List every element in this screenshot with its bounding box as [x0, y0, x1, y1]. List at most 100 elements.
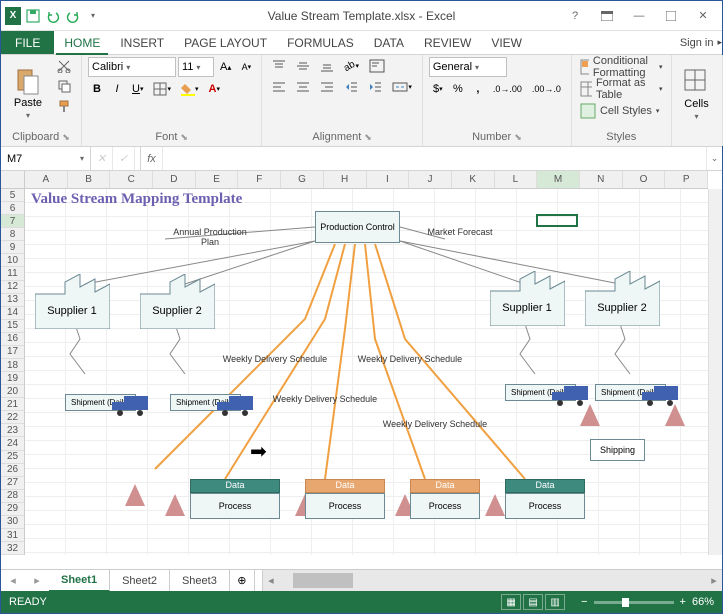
- close-button[interactable]: ✕: [690, 6, 716, 26]
- process-box-3[interactable]: Process: [410, 493, 480, 519]
- column-headers[interactable]: ABCDEFGHIJKLMNOP: [25, 171, 708, 189]
- comma-format-button[interactable]: ,: [469, 80, 487, 98]
- tab-file[interactable]: FILE: [1, 31, 54, 54]
- border-button[interactable]: ▾: [149, 80, 175, 98]
- cut-button[interactable]: [53, 57, 75, 75]
- wrap-text-button[interactable]: [365, 57, 389, 75]
- font-color-button[interactable]: A▾: [205, 80, 224, 98]
- align-center-button[interactable]: [292, 78, 314, 96]
- expand-formula-bar-icon[interactable]: ⌄: [706, 147, 722, 170]
- tab-view[interactable]: VIEW: [481, 31, 532, 54]
- titlebar: X ▾ Value Stream Template.xlsx - Excel ?…: [1, 1, 722, 31]
- alignment-launcher-icon[interactable]: ⬊: [364, 132, 372, 143]
- sign-in-link[interactable]: Sign in▸: [680, 31, 722, 54]
- page-break-view-button[interactable]: ▥: [545, 594, 565, 610]
- row-headers[interactable]: 5678910111213141516171819202122232425262…: [1, 189, 25, 555]
- vertical-scrollbar[interactable]: [708, 189, 722, 555]
- undo-icon[interactable]: [45, 8, 61, 24]
- zoom-slider[interactable]: [594, 601, 674, 604]
- italic-button[interactable]: I: [108, 80, 126, 98]
- sheet-tab-1[interactable]: Sheet1: [49, 570, 110, 592]
- worksheet-area[interactable]: ABCDEFGHIJKLMNOP 56789101112131415161718…: [1, 171, 722, 569]
- tab-data[interactable]: DATA: [364, 31, 414, 54]
- grid-canvas[interactable]: Value Stream Mapping Template: [25, 189, 708, 555]
- redo-icon[interactable]: [65, 8, 81, 24]
- cell-styles-button[interactable]: Cell Styles▾: [578, 101, 665, 121]
- process-box-4[interactable]: Process: [505, 493, 585, 519]
- align-bottom-button[interactable]: [316, 57, 338, 75]
- copy-button[interactable]: [53, 77, 75, 95]
- ribbon-tabs: FILE HOME INSERT PAGE LAYOUT FORMULAS DA…: [1, 31, 722, 55]
- decrease-decimal-button[interactable]: .00→.0: [528, 80, 565, 98]
- font-family-combo[interactable]: Calibri▾: [88, 57, 176, 77]
- number-launcher-icon[interactable]: ⬊: [514, 132, 522, 143]
- tab-nav-prev[interactable]: ◂: [1, 570, 25, 591]
- align-top-button[interactable]: [268, 57, 290, 75]
- supplier-1-right[interactable]: Supplier 1: [490, 271, 565, 326]
- align-right-button[interactable]: [316, 78, 338, 96]
- supplier-2-right[interactable]: Supplier 2: [585, 271, 660, 326]
- tab-review[interactable]: REVIEW: [414, 31, 481, 54]
- number-group-label: Number: [472, 131, 511, 143]
- decrease-font-button[interactable]: A▾: [237, 58, 255, 76]
- paste-button[interactable]: Paste ▾: [7, 57, 49, 130]
- name-box-value: M7: [7, 153, 22, 165]
- tab-nav-next[interactable]: ▸: [25, 570, 49, 591]
- increase-indent-button[interactable]: [364, 78, 386, 96]
- number-format-combo[interactable]: General▾: [429, 57, 507, 77]
- maximize-button[interactable]: [658, 6, 684, 26]
- formula-input[interactable]: [163, 147, 706, 170]
- font-launcher-icon[interactable]: ⬊: [180, 132, 188, 143]
- sheet-tab-3[interactable]: Sheet3: [170, 570, 230, 591]
- zoom-out-button[interactable]: −: [581, 596, 587, 608]
- tab-insert[interactable]: INSERT: [110, 31, 174, 54]
- save-icon[interactable]: [25, 8, 41, 24]
- data-bar-4[interactable]: Data: [505, 479, 585, 493]
- align-middle-button[interactable]: [292, 57, 314, 75]
- tab-pagelayout[interactable]: PAGE LAYOUT: [174, 31, 277, 54]
- fill-color-button[interactable]: ▾: [177, 80, 203, 98]
- horizontal-scrollbar[interactable]: ◂ ▸: [262, 570, 722, 591]
- help-icon[interactable]: ?: [562, 6, 588, 26]
- normal-view-button[interactable]: ▦: [501, 594, 521, 610]
- data-bar-1[interactable]: Data: [190, 479, 280, 493]
- select-all-corner[interactable]: [1, 171, 25, 189]
- minimize-button[interactable]: —: [626, 6, 652, 26]
- merge-center-button[interactable]: ▾: [388, 78, 416, 96]
- production-control-box[interactable]: Production Control: [315, 211, 400, 243]
- cells-button[interactable]: Cells ▾: [678, 57, 716, 131]
- align-left-button[interactable]: [268, 78, 290, 96]
- orientation-button[interactable]: ab▾: [340, 57, 363, 75]
- sheet-tab-2[interactable]: Sheet2: [110, 570, 170, 591]
- percent-format-button[interactable]: %: [449, 80, 467, 98]
- underline-button[interactable]: U▾: [128, 80, 147, 98]
- accounting-format-button[interactable]: $▾: [429, 80, 447, 98]
- tab-home[interactable]: HOME: [54, 31, 110, 54]
- increase-font-button[interactable]: A▴: [216, 58, 235, 76]
- new-sheet-button[interactable]: ⊕: [230, 570, 254, 591]
- supplier-1-left[interactable]: Supplier 1: [35, 274, 110, 329]
- process-box-2[interactable]: Process: [305, 493, 385, 519]
- page-layout-view-button[interactable]: ▤: [523, 594, 543, 610]
- process-box-1[interactable]: Process: [190, 493, 280, 519]
- increase-decimal-button[interactable]: .0→.00: [489, 80, 526, 98]
- data-bar-2[interactable]: Data: [305, 479, 385, 493]
- hscroll-thumb[interactable]: [293, 573, 353, 588]
- font-size-combo[interactable]: 11▾: [178, 57, 214, 77]
- zoom-level[interactable]: 66%: [692, 596, 714, 608]
- shipping-box[interactable]: Shipping: [590, 439, 645, 461]
- name-box[interactable]: M7▾: [1, 147, 91, 170]
- supplier-2-left[interactable]: Supplier 2: [140, 274, 215, 329]
- decrease-indent-button[interactable]: [340, 78, 362, 96]
- tab-formulas[interactable]: FORMULAS: [277, 31, 364, 54]
- fx-icon[interactable]: fx: [141, 147, 163, 170]
- format-as-table-button[interactable]: Format as Table▾: [578, 79, 665, 99]
- bold-button[interactable]: B: [88, 80, 106, 98]
- zoom-in-button[interactable]: +: [680, 596, 686, 608]
- ribbon-display-icon[interactable]: [594, 6, 620, 26]
- data-bar-3[interactable]: Data: [410, 479, 480, 493]
- qat-customize-icon[interactable]: ▾: [85, 8, 101, 24]
- clipboard-launcher-icon[interactable]: ⬊: [62, 132, 70, 143]
- conditional-formatting-button[interactable]: Conditional Formatting▾: [578, 57, 665, 77]
- format-painter-button[interactable]: [53, 97, 75, 115]
